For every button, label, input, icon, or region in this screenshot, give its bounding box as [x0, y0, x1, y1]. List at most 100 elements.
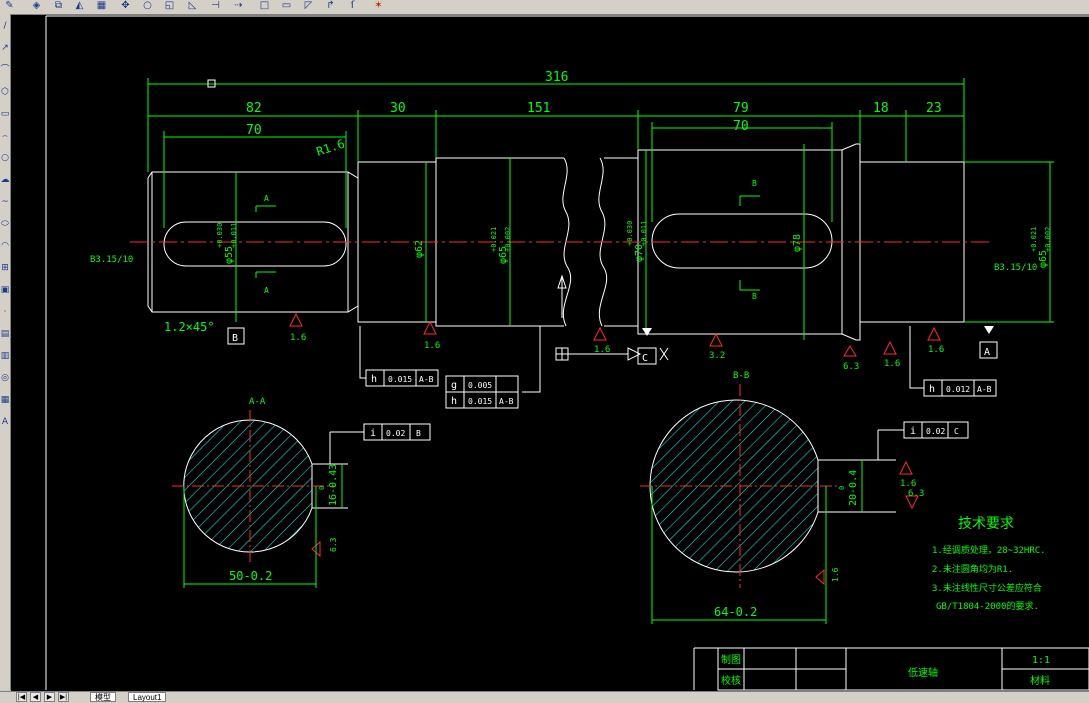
dim-82: 82 — [246, 101, 262, 116]
stretch-icon[interactable]: ◺ — [186, 0, 199, 12]
section-aa-width: 50-0.2 — [229, 569, 272, 583]
point-icon[interactable]: · — [0, 306, 10, 318]
section-bb-key-tol: 0 — [838, 486, 846, 490]
rectangle-icon[interactable]: ▭ — [0, 108, 10, 120]
circle-icon[interactable]: ○ — [0, 152, 10, 164]
svg-text:h: h — [371, 374, 377, 385]
copy-icon[interactable]: ⧉ — [52, 0, 65, 12]
layout-tab-bar: |◀ ◀ ▶ ▶| 模型 Layout1 — [0, 691, 1089, 703]
svg-text:0.02: 0.02 — [386, 429, 405, 438]
polygon-icon[interactable]: ⬡ — [0, 86, 10, 98]
table-icon[interactable]: ▦ — [0, 394, 10, 406]
dim-radius: R1.6 — [315, 137, 347, 159]
dim-phi55-tol-up: +0.030 — [216, 223, 224, 248]
svg-text:0.012: 0.012 — [946, 385, 970, 394]
rotate-icon[interactable]: ○ — [141, 0, 154, 12]
section-aa-key-tol: 0 — [318, 486, 326, 490]
svg-text:h: h — [451, 396, 457, 407]
section-bb-width: 64-0.2 — [714, 605, 757, 619]
eraser-icon[interactable]: ◈ — [30, 0, 43, 12]
dim-79: 79 — [733, 101, 749, 116]
mtext-icon[interactable]: A — [0, 416, 10, 428]
datum-markers: B A C — [227, 326, 998, 365]
svg-text:g: g — [451, 380, 457, 391]
ra-1: 1.6 — [290, 333, 306, 343]
join-icon[interactable]: ▭ — [280, 0, 293, 12]
svg-text:0.015: 0.015 — [468, 397, 492, 406]
svg-text:B: B — [416, 429, 421, 438]
draw-toolbar: / ↗ ⌒ ⬡ ▭ ⌢ ○ ☁ ~ ⬭ ◠ ⊞ ▣ · ▤ ▥ ◎ ▦ A — [0, 14, 11, 690]
tech-line-1: 1.经调质处理，28~32HRC. — [932, 544, 1046, 556]
tech-line-2: 2.未注圆角均为R1. — [932, 563, 1013, 575]
tab-layout1[interactable]: Layout1 — [128, 692, 167, 702]
extend-icon[interactable]: ⇢ — [232, 0, 245, 12]
insert-block-icon[interactable]: ⊞ — [0, 262, 10, 274]
explode-icon[interactable]: ſ — [346, 0, 359, 12]
line-icon[interactable]: / — [0, 20, 10, 32]
gradient-icon[interactable]: ▥ — [0, 350, 10, 362]
move-icon[interactable]: ✥ — [119, 0, 132, 12]
ra-6: 1.6 — [884, 359, 900, 369]
section-bb-title: B-B — [733, 371, 749, 381]
ra-5: 6.3 — [843, 362, 859, 372]
hatch-icon[interactable]: ▤ — [0, 328, 10, 340]
ellipse-icon[interactable]: ⬭ — [0, 218, 10, 230]
ra-4: 3.2 — [709, 351, 725, 361]
dim-phi78: φ78 — [792, 234, 803, 252]
dimension-texts: 316 82 70 30 151 79 70 18 23 R1.6 B3.15/… — [90, 70, 1052, 334]
region-icon[interactable]: ◎ — [0, 372, 10, 384]
explode-star-icon[interactable]: ✶ — [372, 0, 385, 12]
section-bb-key: 20-0.4 — [848, 470, 859, 506]
break-icon[interactable]: □ — [258, 0, 271, 12]
svg-text:C: C — [954, 427, 959, 436]
ra-7: 1.6 — [928, 345, 944, 355]
modify-toolbar: ✎ ◈ ⧉ ◭ ▦ ✥ ○ ◱ ◺ ⊣ ⇢ □ ▭ ◸ ↱ ſ ✶ — [0, 0, 1089, 15]
spline-icon[interactable]: ~ — [0, 196, 10, 208]
section-b-top: B — [752, 179, 757, 188]
tech-requirements: 技术要求 1.经调质处理，28~32HRC. 2.未注圆角均为R1. 3.未注线… — [932, 516, 1046, 612]
chamfer-icon[interactable]: ◸ — [302, 0, 315, 12]
section-aa-key: 16-0.43 — [328, 464, 339, 506]
nav-first-icon[interactable]: |◀ — [16, 692, 27, 702]
center-hole-left: B3.15/10 — [90, 255, 133, 265]
ellipse-arc-icon[interactable]: ◠ — [0, 240, 10, 252]
dim-316: 316 — [545, 70, 568, 85]
dim-phi70-tol-dn: +0.011 — [640, 221, 648, 246]
datum-c: C — [642, 353, 648, 364]
tb-drawn: 制图 — [721, 653, 741, 666]
tb-material: 材料 — [1030, 674, 1050, 687]
nav-last-icon[interactable]: ▶| — [58, 692, 69, 702]
ra-9: 6.3 — [908, 489, 924, 499]
tech-line-3: 3.未注线性尺寸公差应符合 — [932, 582, 1042, 594]
section-aa-title: A-A — [249, 397, 266, 407]
array-icon[interactable]: ▦ — [95, 0, 108, 12]
trim-icon[interactable]: ⊣ — [209, 0, 222, 12]
arc-icon[interactable]: ⌢ — [0, 130, 10, 142]
construction-line-icon[interactable]: ↗ — [0, 42, 10, 54]
tab-model[interactable]: 模型 — [90, 692, 116, 702]
svg-text:A-B: A-B — [977, 385, 992, 394]
datum-b: B — [232, 333, 238, 344]
drawing-canvas[interactable]: 316 82 70 30 151 79 70 18 23 R1.6 B3.15/… — [11, 15, 1089, 691]
cad-drawing[interactable]: 316 82 70 30 151 79 70 18 23 R1.6 B3.15/… — [11, 15, 1089, 691]
ra-8: 1.6 — [900, 479, 916, 489]
mirror-icon[interactable]: ◭ — [73, 0, 86, 12]
make-block-icon[interactable]: ▣ — [0, 284, 10, 296]
dim-phi55-tol-dn: +0.011 — [230, 223, 238, 248]
nav-next-icon[interactable]: ▶ — [44, 692, 55, 702]
tb-checked: 校核 — [721, 674, 741, 687]
dim-phi65-tol-up: +0.021 — [490, 227, 498, 252]
dim-phi65-tol-dn: +0.002 — [504, 227, 512, 252]
ra-10: 6.3 — [329, 537, 338, 552]
revision-cloud-icon[interactable]: ☁ — [0, 174, 10, 186]
tb-name: 低速轴 — [908, 666, 938, 679]
svg-text:i: i — [910, 426, 916, 437]
polyline-icon[interactable]: ⌒ — [0, 64, 10, 76]
svg-text:A-B: A-B — [499, 397, 514, 406]
pencil-icon[interactable]: ✎ — [3, 0, 16, 12]
svg-text:A-B: A-B — [419, 375, 434, 384]
scale-icon[interactable]: ◱ — [163, 0, 176, 12]
nav-prev-icon[interactable]: ◀ — [30, 692, 41, 702]
section-b-bottom: B — [752, 292, 757, 301]
fillet-icon[interactable]: ↱ — [324, 0, 337, 12]
